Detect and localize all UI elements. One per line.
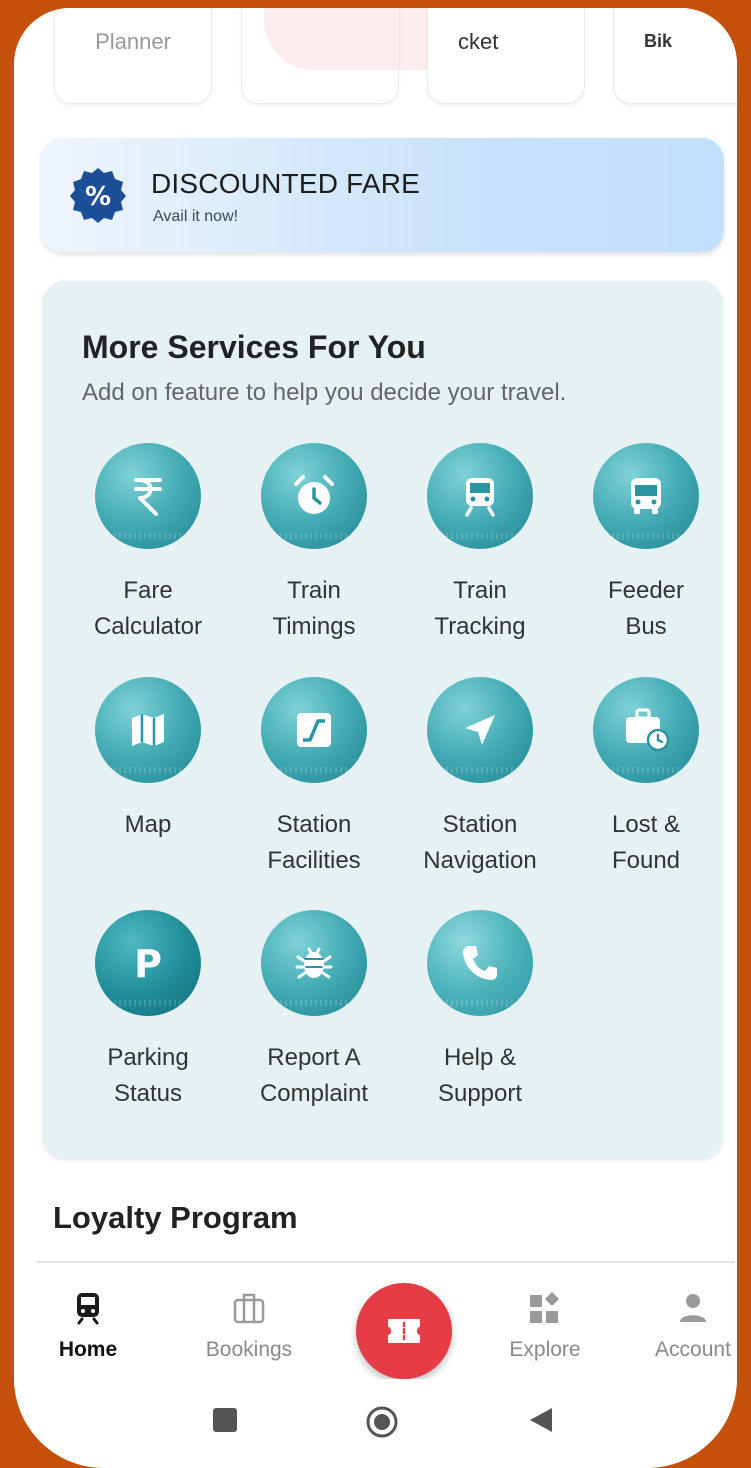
service-icon-circle [261, 910, 367, 1016]
service-map[interactable]: Map [68, 677, 228, 843]
bottom-nav: Home Bookings Explore Account [36, 1261, 735, 1379]
recents-icon[interactable] [210, 1405, 240, 1435]
explore-grid-icon [530, 1292, 559, 1323]
person-icon [680, 1294, 706, 1322]
nav-explore[interactable]: Explore [485, 1291, 605, 1362]
rupee-icon [134, 478, 162, 516]
briefcase-icon [233, 1293, 265, 1324]
service-fare-calculator[interactable]: Fare Calculator [68, 443, 228, 645]
service-train-tracking[interactable]: Train Tracking [400, 443, 560, 645]
suitcase-clock-icon [626, 708, 670, 752]
services-heading: More Services For You [82, 329, 426, 365]
service-station-navigation[interactable]: Station Navigation [400, 677, 560, 879]
nav-explore-label: Explore [509, 1338, 581, 1361]
loyalty-heading: Loyalty Program [53, 1200, 298, 1235]
nav-bookings-label: Bookings [205, 1338, 293, 1361]
service-label: Map [124, 811, 172, 838]
service-label: Station Navigation [423, 811, 537, 874]
quick-card-label: cket [458, 29, 499, 54]
service-icon-circle [261, 677, 367, 783]
service-icon-circle [261, 443, 367, 549]
train-icon [77, 1293, 99, 1325]
book-ticket-fab[interactable] [356, 1283, 452, 1379]
service-icon-circle [593, 443, 699, 549]
service-train-timings[interactable]: Train Timings [234, 443, 394, 645]
service-icon-circle [427, 910, 533, 1016]
alarm-clock-icon [294, 475, 334, 514]
service-label: Station Facilities [267, 811, 361, 874]
service-label: Feeder Bus [607, 577, 685, 640]
bus-icon [631, 478, 661, 514]
quick-card-ticket[interactable]: cket [427, 8, 585, 104]
service-label: Fare Calculator [93, 577, 203, 640]
phone-icon [463, 946, 497, 980]
system-nav-bar [14, 1379, 737, 1468]
service-label: Lost & Found [611, 811, 681, 874]
nav-account[interactable]: Account [633, 1291, 737, 1362]
nav-bookings[interactable]: Bookings [189, 1291, 309, 1362]
service-label: Train Timings [272, 577, 356, 640]
back-triangle-icon[interactable] [526, 1405, 556, 1435]
ticket-icon [388, 1319, 420, 1343]
discount-banner[interactable]: % DISCOUNTED FARE Avail it now! [41, 138, 724, 252]
bug-icon [295, 947, 333, 979]
service-icon-circle [427, 443, 533, 549]
service-label: Train Tracking [434, 577, 526, 640]
service-icon-circle [593, 677, 699, 783]
parking-icon: P [134, 943, 162, 983]
nav-home[interactable]: Home [28, 1291, 148, 1362]
service-icon-circle [95, 443, 201, 549]
services-panel: More Services For You Add on feature to … [43, 281, 723, 1158]
nav-account-label: Account [655, 1338, 731, 1361]
discount-subtitle: Avail it now! [153, 208, 239, 225]
service-report-complaint[interactable]: Report A Complaint [234, 910, 394, 1112]
quick-card-label: Planner [95, 29, 171, 54]
phone-screen: Planner cket Bik % DISCOUNTED FARE Avail… [14, 8, 737, 1468]
service-station-facilities[interactable]: Station Facilities [234, 677, 394, 879]
navigation-arrow-icon [465, 715, 495, 745]
discount-badge-icon: % [70, 168, 126, 223]
service-lost-found[interactable]: Lost & Found [566, 677, 726, 879]
service-label: Parking Status [107, 1044, 189, 1107]
services-subheading: Add on feature to help you decide your t… [82, 379, 567, 406]
home-circle-icon[interactable] [365, 1405, 399, 1439]
quick-card-bike[interactable]: Bik [613, 8, 737, 104]
nav-home-label: Home [58, 1338, 118, 1361]
quick-card-2[interactable] [241, 8, 399, 104]
service-label: Help & Support [437, 1044, 523, 1107]
map-icon [132, 714, 164, 746]
quick-card-label: Bik [644, 31, 673, 51]
svg-text:%: % [85, 182, 111, 212]
service-icon-circle: P [95, 910, 201, 1016]
stairs-icon [297, 713, 331, 747]
train-icon [465, 478, 495, 517]
discount-title: DISCOUNTED FARE [151, 168, 421, 199]
svg-text:P: P [134, 943, 162, 983]
service-help-support[interactable]: Help & Support [400, 910, 560, 1112]
service-feeder-bus[interactable]: Feeder Bus [566, 443, 726, 645]
service-icon-circle [427, 677, 533, 783]
service-icon-circle [95, 677, 201, 783]
quick-card-planner[interactable]: Planner [54, 8, 212, 104]
service-parking-status[interactable]: P Parking Status [68, 910, 228, 1112]
service-label: Report A Complaint [259, 1044, 369, 1107]
